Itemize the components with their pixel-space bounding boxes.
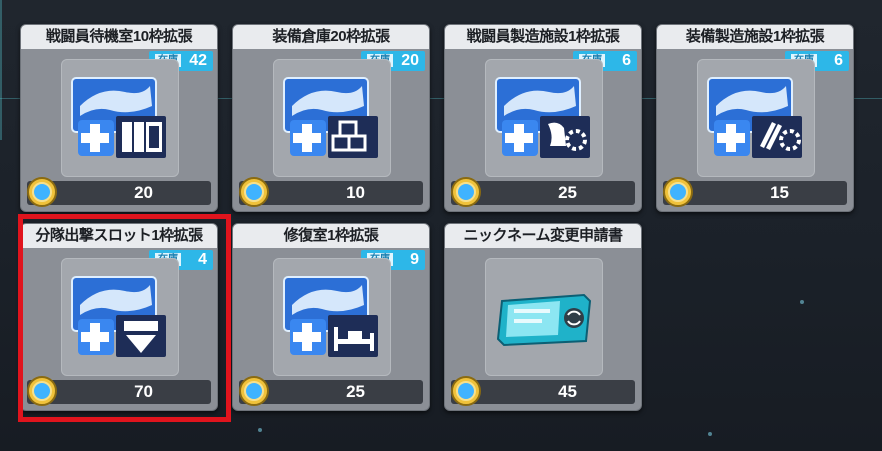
stock-count: 4 [198, 251, 207, 268]
item-title: ニックネーム変更申請書 [445, 224, 641, 248]
item-title: 分隊出撃スロット1枠拡張 [21, 224, 217, 248]
price-bar: 15 [663, 177, 847, 207]
price-value: 25 [346, 382, 365, 401]
item-icon-frame [61, 258, 179, 376]
shop-item-card[interactable]: 分隊出撃スロット1枠拡張 在庫 4 70 [20, 223, 218, 411]
warehouse-expand-icon [283, 77, 378, 158]
item-title: 戦闘員待機室10枠拡張 [21, 25, 217, 49]
stock-count: 6 [834, 52, 843, 69]
shop-item-card[interactable]: ニックネーム変更申請書 45 [444, 223, 642, 411]
coin-icon [451, 376, 481, 406]
price-value: 70 [134, 382, 153, 401]
coin-icon [451, 177, 481, 207]
price-bar: 25 [239, 376, 423, 406]
price-value: 20 [134, 183, 153, 202]
background-dot [708, 432, 712, 436]
price-bar: 25 [451, 177, 635, 207]
repair-room-expand-icon [283, 276, 378, 357]
price-value: 10 [346, 183, 365, 202]
coin-icon [663, 177, 693, 207]
background-dot [258, 428, 262, 432]
background-dot [800, 300, 804, 304]
equip-factory-expand-icon [707, 77, 802, 158]
item-title: 戦闘員製造施設1枠拡張 [445, 25, 641, 49]
price-bar: 20 [27, 177, 211, 207]
price-bar: 10 [239, 177, 423, 207]
stock-count: 42 [189, 52, 207, 69]
shop-item-card[interactable]: 戦闘員製造施設1枠拡張 在庫 6 25 [444, 24, 642, 212]
price-value: 45 [558, 382, 577, 401]
item-icon-frame [273, 258, 391, 376]
rename-ticket-icon [496, 293, 592, 347]
room-expand-icon [71, 77, 166, 158]
price-bar: 45 [451, 376, 635, 406]
price-value: 25 [558, 183, 577, 202]
item-icon-frame [485, 258, 603, 376]
coin-icon [27, 177, 57, 207]
unit-factory-expand-icon [495, 77, 590, 158]
price-bar: 70 [27, 376, 211, 406]
price-value: 15 [770, 183, 789, 202]
shop-item-card[interactable]: 装備倉庫20枠拡張 在庫 20 10 [232, 24, 430, 212]
stock-count: 9 [410, 251, 419, 268]
item-title: 装備倉庫20枠拡張 [233, 25, 429, 49]
shop-item-card[interactable]: 修復室1枠拡張 在庫 9 25 [232, 223, 430, 411]
shop-item-card[interactable]: 装備製造施設1枠拡張 在庫 6 15 [656, 24, 854, 212]
item-icon-frame [273, 59, 391, 177]
item-icon-frame [61, 59, 179, 177]
shop-item-card[interactable]: 戦闘員待機室10枠拡張 在庫 42 20 [20, 24, 218, 212]
background-line [0, 0, 2, 140]
coin-icon [27, 376, 57, 406]
item-title: 装備製造施設1枠拡張 [657, 25, 853, 49]
coin-icon [239, 177, 269, 207]
stock-count: 20 [401, 52, 419, 69]
item-icon-frame [697, 59, 815, 177]
coin-icon [239, 376, 269, 406]
item-icon-frame [485, 59, 603, 177]
squad-slot-expand-icon [71, 276, 166, 357]
stock-count: 6 [622, 52, 631, 69]
item-title: 修復室1枠拡張 [233, 224, 429, 248]
